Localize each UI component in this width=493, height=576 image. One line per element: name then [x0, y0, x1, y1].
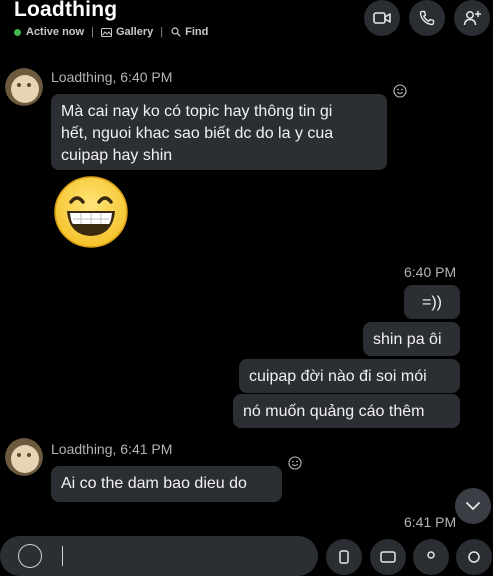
voice-call-button[interactable]	[409, 0, 445, 36]
message-bubble[interactable]: Ai co the dam bao dieu do	[51, 466, 282, 502]
message-text: cuipap đời nào đi soi mói	[249, 368, 427, 385]
add-people-button[interactable]	[454, 0, 490, 36]
gallery-label: Gallery	[115, 26, 154, 38]
message-bubble[interactable]: Mà cai nay ko có topic hay thông tin gi …	[51, 94, 387, 170]
active-status-dot	[14, 28, 21, 36]
phone-icon	[419, 10, 435, 26]
message-line: cuipap hay shin	[61, 147, 173, 164]
chat-title: Loadthing	[14, 0, 118, 21]
grinning-emoji	[53, 175, 129, 254]
reaction-button[interactable]	[288, 456, 302, 475]
message-text: nó muốn quảng cáo thêm	[243, 403, 425, 420]
message-timestamp: 6:40 PM	[404, 264, 457, 280]
message-text: Ai co the dam bao dieu do	[61, 475, 247, 492]
video-call-button[interactable]	[364, 0, 400, 36]
add-person-icon	[463, 11, 481, 26]
find-link[interactable]: Find	[170, 26, 208, 38]
avatar[interactable]	[5, 68, 43, 106]
message-line: hết, nguoi khac sao biết dc do la y cua	[61, 125, 334, 142]
avatar[interactable]	[5, 438, 43, 476]
scroll-to-bottom-button[interactable]	[455, 488, 491, 524]
media-button[interactable]	[370, 539, 406, 575]
attachment-icon	[339, 550, 349, 564]
emoji-picker-icon[interactable]	[18, 544, 42, 568]
person-icon	[427, 551, 435, 559]
sender-name: Loadthing, 6:41 PM	[51, 441, 173, 457]
message-composer[interactable]	[0, 536, 318, 576]
reaction-button[interactable]	[393, 84, 407, 103]
gallery-icon	[100, 27, 112, 38]
message-bubble[interactable]: shin pa ôi	[363, 322, 460, 356]
message-timestamp: 6:41 PM	[404, 514, 457, 530]
message-text: =))	[422, 294, 442, 311]
more-button[interactable]	[456, 539, 492, 575]
chat-subtitle: Active now | Gallery | Find	[14, 26, 208, 38]
video-call-icon	[373, 12, 391, 24]
text-cursor	[62, 546, 63, 566]
message-text: shin pa ôi	[373, 331, 442, 348]
search-icon	[170, 27, 181, 38]
divider: |	[91, 26, 94, 38]
chevron-down-icon	[466, 502, 480, 510]
message-bubble[interactable]: =))	[404, 285, 460, 319]
reaction-icon	[288, 456, 302, 470]
message-bubble[interactable]: nó muốn quảng cáo thêm	[233, 394, 460, 428]
divider: |	[160, 26, 164, 38]
active-status-text: Active now	[26, 26, 85, 38]
reaction-icon	[393, 84, 407, 98]
gallery-link[interactable]: Gallery	[100, 26, 154, 38]
attach-button[interactable]	[326, 539, 362, 575]
message-bubble[interactable]: cuipap đời nào đi soi mói	[239, 359, 460, 393]
more-icon	[468, 551, 480, 563]
message-line: Mà cai nay ko có topic hay thông tin gi	[61, 103, 333, 120]
find-label: Find	[185, 26, 209, 38]
image-icon	[380, 551, 396, 563]
sender-name: Loadthing, 6:40 PM	[51, 69, 173, 85]
contact-button[interactable]	[413, 539, 449, 575]
